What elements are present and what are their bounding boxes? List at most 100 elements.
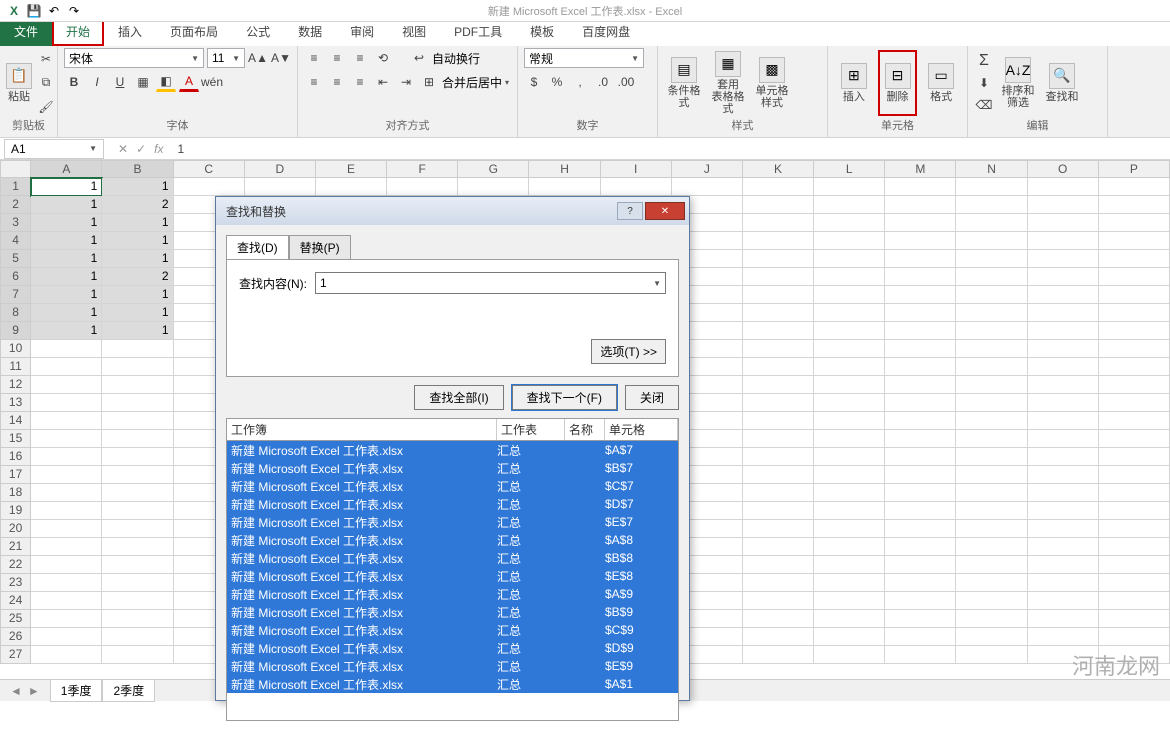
result-row[interactable]: 新建 Microsoft Excel 工作表.xlsx汇总$A$1	[227, 675, 678, 693]
cell[interactable]	[814, 322, 885, 340]
row-header[interactable]: 21	[0, 538, 31, 556]
cell[interactable]	[885, 646, 956, 664]
column-header[interactable]: D	[245, 160, 316, 178]
cell[interactable]	[1028, 214, 1099, 232]
cell[interactable]	[743, 484, 814, 502]
cell[interactable]	[743, 178, 814, 196]
cell[interactable]	[743, 448, 814, 466]
row-header[interactable]: 11	[0, 358, 31, 376]
result-row[interactable]: 新建 Microsoft Excel 工作表.xlsx汇总$B$8	[227, 549, 678, 567]
cell[interactable]	[743, 232, 814, 250]
cell[interactable]	[814, 376, 885, 394]
cell[interactable]	[1099, 484, 1170, 502]
cell[interactable]	[956, 286, 1027, 304]
cell[interactable]	[743, 268, 814, 286]
cell[interactable]: 1	[31, 304, 102, 322]
row-header[interactable]: 27	[0, 646, 31, 664]
cell[interactable]: 1	[102, 214, 173, 232]
cell[interactable]: 1	[102, 232, 173, 250]
cell[interactable]: 1	[102, 322, 173, 340]
align-middle-icon[interactable]: ≡	[327, 48, 347, 68]
result-row[interactable]: 新建 Microsoft Excel 工作表.xlsx汇总$C$7	[227, 477, 678, 495]
cell[interactable]	[1028, 538, 1099, 556]
row-header[interactable]: 3	[0, 214, 31, 232]
cell[interactable]	[956, 466, 1027, 484]
cell[interactable]	[814, 340, 885, 358]
result-row[interactable]: 新建 Microsoft Excel 工作表.xlsx汇总$B$9	[227, 603, 678, 621]
cell[interactable]	[1028, 286, 1099, 304]
currency-icon[interactable]: $	[524, 72, 544, 92]
cell[interactable]	[743, 430, 814, 448]
cell[interactable]	[1028, 322, 1099, 340]
row-header[interactable]: 18	[0, 484, 31, 502]
cell[interactable]	[956, 250, 1027, 268]
cell[interactable]	[956, 304, 1027, 322]
cell[interactable]	[1099, 448, 1170, 466]
options-button[interactable]: 选项(T) >>	[591, 339, 666, 364]
autosum-icon[interactable]: Σ	[974, 51, 994, 71]
cell[interactable]	[743, 340, 814, 358]
cell[interactable]	[31, 466, 102, 484]
cell[interactable]	[743, 286, 814, 304]
cell[interactable]	[1028, 232, 1099, 250]
cell[interactable]	[1028, 520, 1099, 538]
cell[interactable]	[885, 610, 956, 628]
column-header[interactable]: J	[672, 160, 743, 178]
cell[interactable]	[1028, 304, 1099, 322]
cell[interactable]	[1099, 556, 1170, 574]
cell[interactable]	[814, 178, 885, 196]
cell[interactable]	[814, 358, 885, 376]
column-header[interactable]: N	[956, 160, 1027, 178]
cell[interactable]	[885, 466, 956, 484]
cell[interactable]	[885, 178, 956, 196]
row-header[interactable]: 8	[0, 304, 31, 322]
cell[interactable]	[102, 628, 173, 646]
cell[interactable]	[885, 232, 956, 250]
clear-icon[interactable]: ⌫	[974, 95, 994, 115]
fill-icon[interactable]: ⬇	[974, 73, 994, 93]
cell[interactable]	[31, 610, 102, 628]
wrap-text-label[interactable]: 自动换行	[432, 50, 480, 67]
column-header[interactable]: L	[814, 160, 885, 178]
cell[interactable]	[814, 430, 885, 448]
paste-button[interactable]: 📋 粘贴	[6, 50, 32, 116]
cell[interactable]	[956, 214, 1027, 232]
cell[interactable]	[1099, 178, 1170, 196]
cell[interactable]	[743, 376, 814, 394]
cell[interactable]	[102, 376, 173, 394]
th-worksheet[interactable]: 工作表	[497, 419, 565, 440]
delete-cells-button[interactable]: ⊟删除	[878, 50, 918, 116]
cell[interactable]	[814, 214, 885, 232]
row-header[interactable]: 9	[0, 322, 31, 340]
cell[interactable]	[814, 268, 885, 286]
row-header[interactable]: 10	[0, 340, 31, 358]
cell[interactable]	[102, 358, 173, 376]
cell[interactable]	[1099, 196, 1170, 214]
cell[interactable]	[885, 520, 956, 538]
cell[interactable]	[956, 628, 1027, 646]
cell[interactable]: 2	[102, 196, 173, 214]
cell[interactable]	[1028, 448, 1099, 466]
cell[interactable]	[814, 250, 885, 268]
cell[interactable]	[1028, 376, 1099, 394]
cell[interactable]	[1028, 250, 1099, 268]
cell[interactable]	[956, 610, 1027, 628]
cell[interactable]	[885, 304, 956, 322]
result-row[interactable]: 新建 Microsoft Excel 工作表.xlsx汇总$B$7	[227, 459, 678, 477]
cell[interactable]: 1	[102, 286, 173, 304]
cell[interactable]	[956, 232, 1027, 250]
cell[interactable]	[1028, 268, 1099, 286]
cell[interactable]	[743, 574, 814, 592]
dialog-help-icon[interactable]: ?	[617, 202, 643, 220]
cell[interactable]: 1	[31, 250, 102, 268]
cell[interactable]	[174, 178, 245, 196]
row-header[interactable]: 1	[0, 178, 31, 196]
merge-icon[interactable]: ⊞	[419, 72, 439, 92]
fill-color-icon[interactable]: ◧	[156, 72, 176, 92]
cell[interactable]	[885, 574, 956, 592]
cell[interactable]	[814, 592, 885, 610]
cell[interactable]	[31, 628, 102, 646]
insert-cells-button[interactable]: ⊞插入	[834, 50, 874, 116]
cell[interactable]	[31, 340, 102, 358]
wrap-text-icon[interactable]: ↩	[409, 48, 429, 68]
